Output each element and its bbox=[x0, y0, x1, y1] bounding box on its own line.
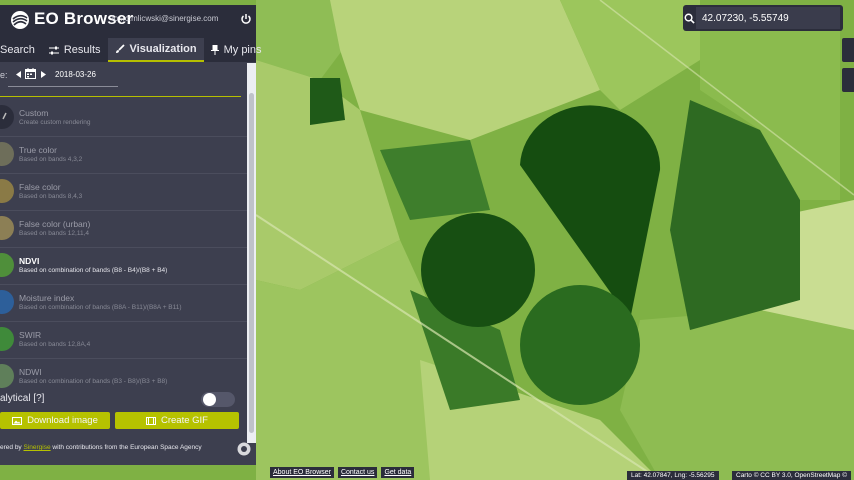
map-attribution: Carto © CC BY 3.0, OpenStreetMap © bbox=[732, 471, 851, 480]
map-pivot bbox=[520, 285, 640, 405]
divider bbox=[0, 96, 241, 97]
image-icon bbox=[12, 416, 23, 425]
layer-thumbnail bbox=[0, 327, 14, 351]
layer-desc: Based on bands 12,8A,4 bbox=[19, 341, 91, 348]
map-tool-button[interactable] bbox=[842, 68, 854, 92]
about-link[interactable]: About EO Browser bbox=[270, 467, 334, 478]
layer-thumbnail bbox=[0, 253, 14, 277]
film-icon bbox=[146, 416, 156, 425]
layer-desc: Create custom rendering bbox=[19, 119, 91, 126]
location-input[interactable] bbox=[696, 7, 840, 29]
get-data-link[interactable]: Get data bbox=[381, 467, 415, 478]
map-pivot bbox=[421, 213, 535, 327]
tab-label: Results bbox=[63, 44, 101, 56]
layer-name: SWIR bbox=[19, 330, 42, 340]
panel-header: EO Browser lo...c.mlicwski@sinergise.com bbox=[0, 5, 256, 35]
tab-label: Visualization bbox=[129, 43, 197, 55]
tab-my-pins[interactable]: My pins bbox=[204, 38, 269, 62]
esa-logo-icon bbox=[237, 442, 251, 456]
create-gif-button[interactable]: Create GIF bbox=[115, 412, 239, 429]
calendar-icon[interactable] bbox=[25, 68, 36, 79]
date-label: e: bbox=[0, 70, 8, 80]
power-icon[interactable] bbox=[240, 13, 252, 25]
scrollbar[interactable] bbox=[247, 63, 256, 443]
map-toolbar bbox=[842, 38, 854, 98]
layer-thumbnail bbox=[0, 290, 14, 314]
scrollbar-thumb[interactable] bbox=[249, 93, 254, 433]
map-tool-button[interactable] bbox=[842, 38, 854, 62]
sliders-icon bbox=[48, 46, 59, 55]
tab-results[interactable]: Results bbox=[42, 38, 108, 62]
layer-name: NDVI bbox=[19, 256, 40, 266]
brush-icon bbox=[115, 44, 125, 54]
tab-search[interactable]: Search bbox=[0, 38, 42, 62]
layer-swir[interactable]: SWIR Based on bands 12,8A,4 bbox=[0, 322, 247, 359]
layer-false-color[interactable]: False color Based on bands 8,4,3 bbox=[0, 174, 247, 211]
layer-thumbnail bbox=[0, 364, 14, 388]
layer-thumbnail bbox=[0, 216, 14, 240]
chevron-right-icon[interactable] bbox=[41, 71, 46, 78]
layer-ndwi[interactable]: NDWI Based on combination of bands (B3 -… bbox=[0, 359, 247, 395]
chevron-left-icon[interactable] bbox=[16, 71, 21, 78]
footer-links: About EO Browser Contact us Get data bbox=[270, 467, 418, 478]
contact-link[interactable]: Contact us bbox=[337, 467, 378, 478]
layer-name: Custom bbox=[19, 108, 49, 118]
toggle-knob bbox=[203, 393, 216, 406]
tab-label: Search bbox=[0, 44, 35, 56]
tab-bar: Search Results Visualization My pins bbox=[0, 35, 262, 62]
date-underline bbox=[8, 86, 118, 87]
layer-name: True color bbox=[19, 145, 57, 155]
layer-desc: Based on bands 12,11,4 bbox=[19, 230, 89, 237]
pin-icon bbox=[210, 45, 219, 55]
map-field-dark bbox=[310, 78, 345, 125]
layer-name: Moisture index bbox=[19, 293, 75, 303]
search-icon[interactable] bbox=[683, 5, 696, 31]
layer-desc: Based on bands 8,4,3 bbox=[19, 193, 83, 200]
side-panel: EO Browser lo...c.mlicwski@sinergise.com… bbox=[0, 5, 262, 465]
create-gif-label: Create GIF bbox=[161, 415, 208, 426]
layer-name: False color (urban) bbox=[19, 219, 91, 229]
layer-thumbnail bbox=[0, 179, 14, 203]
location-search bbox=[683, 5, 843, 31]
download-image-button[interactable]: Download image bbox=[0, 412, 110, 429]
layer-desc: Based on bands 4,3,2 bbox=[19, 156, 83, 163]
layer-moisture-index[interactable]: Moisture index Based on combination of b… bbox=[0, 285, 247, 322]
credits: ered by Sinergise with contributions fro… bbox=[0, 444, 202, 451]
user-email: lo...c.mlicwski@sinergise.com bbox=[112, 14, 219, 23]
credits-suffix: with contributions from the European Spa… bbox=[50, 444, 202, 451]
layer-name: False color bbox=[19, 182, 61, 192]
layer-list: Custom Create custom rendering True colo… bbox=[0, 100, 247, 395]
layer-ndvi[interactable]: NDVI Based on combination of bands (B8 -… bbox=[0, 248, 247, 285]
analytical-toggle[interactable] bbox=[201, 392, 235, 407]
download-label: Download image bbox=[27, 415, 98, 426]
layer-thumbnail bbox=[0, 105, 14, 129]
credits-prefix: ered by bbox=[0, 444, 24, 451]
logo-icon bbox=[11, 11, 29, 29]
cursor-coords: Lat: 42.07847, Lng: -5.56295 bbox=[627, 471, 719, 480]
sinergise-link[interactable]: Sinergise bbox=[24, 444, 51, 451]
layer-custom[interactable]: Custom Create custom rendering bbox=[0, 100, 247, 137]
date-value[interactable]: 2018-03-26 bbox=[55, 70, 96, 79]
layer-name: NDWI bbox=[19, 367, 42, 377]
date-selector: e: 2018-03-26 bbox=[0, 65, 244, 87]
layer-false-color-urban[interactable]: False color (urban) Based on bands 12,11… bbox=[0, 211, 247, 248]
layer-desc: Based on combination of bands (B8A - B11… bbox=[19, 304, 182, 311]
analytical-label: alytical [?] bbox=[0, 393, 45, 404]
tab-label: My pins bbox=[223, 44, 262, 56]
tab-visualization[interactable]: Visualization bbox=[107, 38, 204, 62]
layer-desc: Based on combination of bands (B8 - B4)/… bbox=[19, 267, 168, 274]
layer-desc: Based on combination of bands (B3 - B8)/… bbox=[19, 378, 168, 385]
layer-thumbnail bbox=[0, 142, 14, 166]
map-field bbox=[620, 310, 854, 480]
layer-true-color[interactable]: True color Based on bands 4,3,2 bbox=[0, 137, 247, 174]
